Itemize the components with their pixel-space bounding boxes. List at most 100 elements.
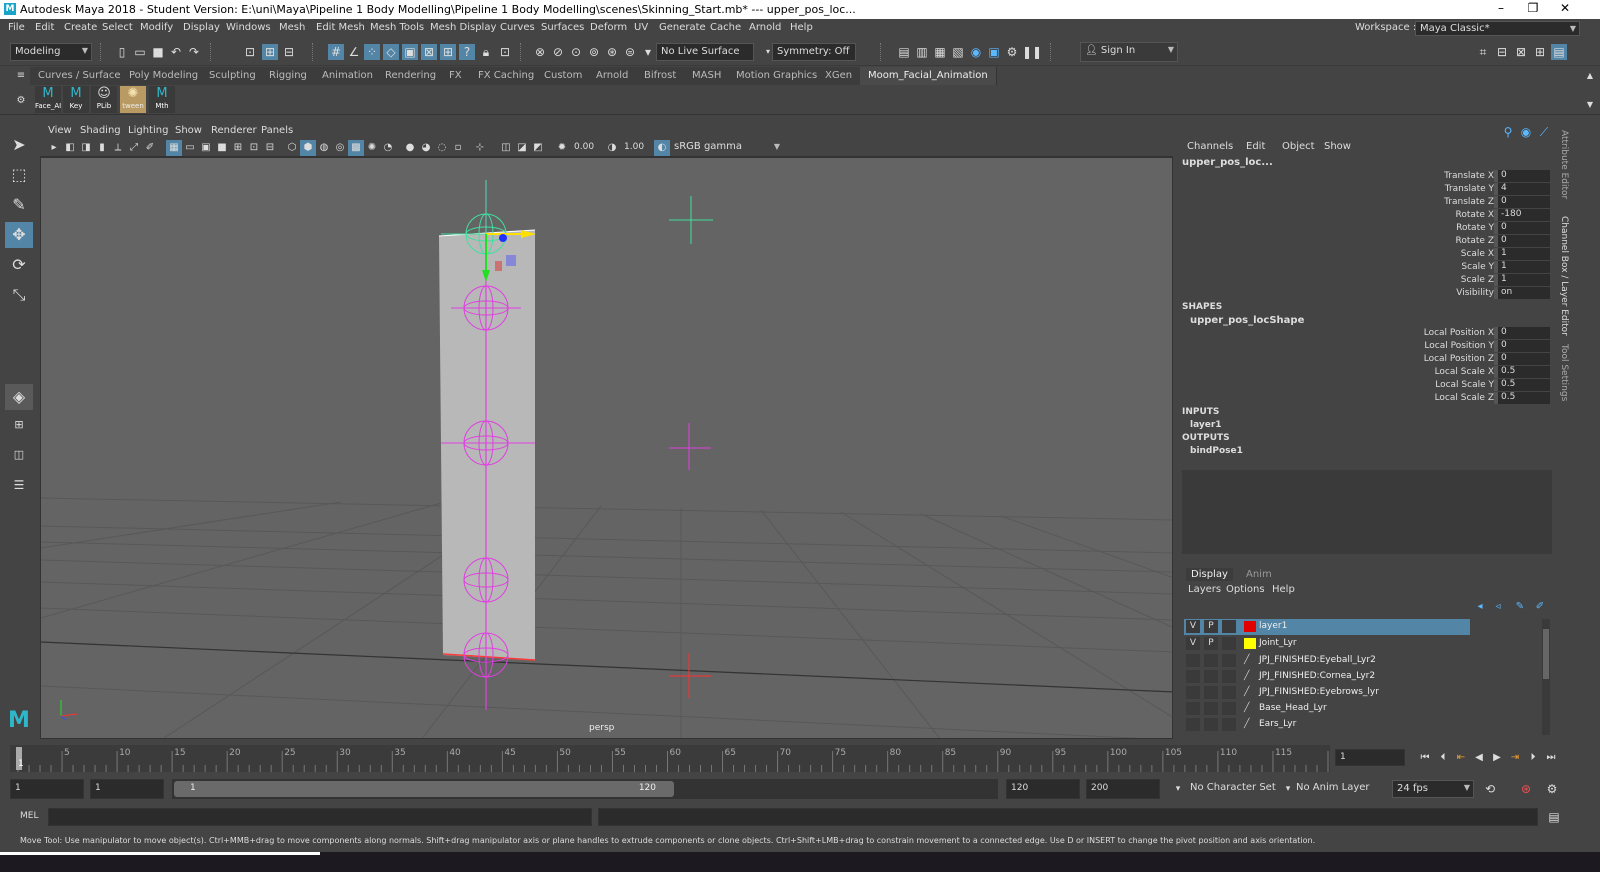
xray-components-icon[interactable]: ◪ <box>514 140 530 156</box>
chevron-down-icon[interactable]: ▾ <box>640 44 656 60</box>
anim-layer-dropdown[interactable]: No Anim Layer <box>1292 780 1384 798</box>
field-chart-icon[interactable]: ⊞ <box>230 140 246 156</box>
gamma-value[interactable]: 1.00 <box>624 142 644 152</box>
live-surface-field[interactable]: No Live Surface <box>656 43 754 61</box>
layer-name[interactable]: Joint_Lyr <box>1259 638 1297 648</box>
attribute-editor-toggle-icon[interactable]: ⊟ <box>1494 44 1510 60</box>
attr-local-position-z[interactable]: Local Position Z0 <box>1178 353 1554 366</box>
channel-menu-edit[interactable]: Edit <box>1246 141 1265 152</box>
attr-local-scale-x[interactable]: Local Scale X 0.5 <box>1178 366 1554 379</box>
attr-value[interactable]: 4 <box>1494 183 1550 195</box>
layer-empty-swatch-icon[interactable]: ╱ <box>1244 687 1256 698</box>
layer-name[interactable]: JPJ_FINISHED:Eyebrows_lyr <box>1259 687 1379 697</box>
channel-box-pin-icon[interactable]: ⟋ <box>1536 124 1552 140</box>
ipr-icon[interactable]: ⊛ <box>604 44 620 60</box>
outliner-icon[interactable]: ☰ <box>5 472 33 498</box>
shelf-options-icon[interactable]: ≡ <box>13 68 29 84</box>
shelf-scroll-down-icon[interactable]: ▼ <box>1582 97 1598 113</box>
perspective-viewport[interactable]: persp <box>40 157 1173 739</box>
step-back-key-icon[interactable]: ⇤ <box>1453 750 1469 766</box>
shelf-button-mth[interactable]: M Mth <box>149 86 175 113</box>
layer-row-cornea-lyr2[interactable]: ╱ JPJ_FINISHED:Cornea_Lyr2 <box>1184 669 1540 685</box>
attr-scale-x[interactable]: Scale X1 <box>1178 248 1554 261</box>
animation-preferences-icon[interactable]: ⚙ <box>1544 781 1560 797</box>
shelf-tab-motion-graphics[interactable]: Motion Graphics <box>728 67 827 85</box>
layer-color-swatch[interactable] <box>1244 638 1256 649</box>
undo-icon[interactable]: ↶ <box>168 44 184 60</box>
layer-display-type-toggle[interactable] <box>1222 718 1236 731</box>
layer-display-type-toggle[interactable] <box>1222 670 1236 683</box>
attr-value[interactable]: 1 <box>1494 274 1550 286</box>
layer-playback-toggle[interactable]: P <box>1204 637 1218 650</box>
attr-local-position-x[interactable]: Local Position X0 <box>1178 327 1554 340</box>
open-scene-icon[interactable]: ▭ <box>132 44 148 60</box>
exposure-icon[interactable]: ✹ <box>554 140 570 156</box>
channel-menu-show[interactable]: Show <box>1324 141 1351 152</box>
modeling-toolkit-icon[interactable]: ⌗ <box>1475 44 1491 60</box>
range-slider-handle[interactable]: 1 120 <box>174 781 674 797</box>
attr-translate-z[interactable]: Translate Z0 <box>1178 196 1554 209</box>
select-object-icon[interactable]: ⊞ <box>262 44 278 60</box>
current-frame-field[interactable]: 1 <box>1335 749 1405 766</box>
layer-empty-swatch-icon[interactable]: ╱ <box>1244 719 1256 730</box>
wireframe-icon[interactable]: ⬡ <box>284 140 300 156</box>
safe-title-icon[interactable]: ⊟ <box>262 140 278 156</box>
shelf-tab-poly-modeling[interactable]: Poly Modeling <box>121 67 208 85</box>
go-to-start-icon[interactable]: ⏮ <box>1417 750 1433 766</box>
locator-lower[interactable] <box>669 653 711 698</box>
attr-rotate-y[interactable]: Rotate Y0 <box>1178 222 1554 235</box>
layer-empty-swatch-icon[interactable]: ╱ <box>1244 671 1256 682</box>
gamma-icon[interactable]: ◑ <box>604 140 620 156</box>
input-ops-icon[interactable]: ⊗ <box>532 44 548 60</box>
attr-value[interactable]: 0 <box>1494 340 1550 352</box>
layer-playback-toggle[interactable] <box>1204 718 1218 731</box>
viewport-menu-lighting[interactable]: Lighting <box>128 125 168 136</box>
locator-upper[interactable] <box>669 196 713 244</box>
attr-value[interactable]: 0 <box>1494 327 1550 339</box>
play-backwards-icon[interactable]: ◀ <box>1471 750 1487 766</box>
backface-culling-icon[interactable]: ◩ <box>530 140 546 156</box>
textured-icon[interactable]: ◎ <box>332 140 348 156</box>
motion-blur-icon[interactable]: ● <box>402 140 418 156</box>
attr-rotate-z[interactable]: Rotate Z0 <box>1178 235 1554 248</box>
shelf-button-tween[interactable]: ✺ tween <box>120 86 146 113</box>
camera-icon[interactable]: ▸ <box>46 140 62 156</box>
layer-row-eyeball-lyr2[interactable]: ╱ JPJ_FINISHED:Eyeball_Lyr2 <box>1184 653 1540 669</box>
layer-menu-layers[interactable]: Layers <box>1188 584 1221 595</box>
layout-single-icon[interactable]: ◈ <box>5 384 33 410</box>
lights-icon[interactable]: ▩ <box>348 140 364 156</box>
new-layer-selected-icon[interactable]: ✐ <box>1532 599 1548 615</box>
step-back-frame-icon[interactable]: ⏴ <box>1435 750 1451 766</box>
shelf-button-plib[interactable]: ☺ PLib <box>91 86 117 113</box>
tab-channel-box-layer-editor[interactable]: Channel Box / Layer Editor <box>1555 216 1569 336</box>
rotate-tool-icon[interactable]: ⟳ <box>5 252 33 278</box>
menu-file[interactable]: File <box>8 22 25 33</box>
menu-mesh-tools[interactable]: Mesh Tools <box>370 22 424 33</box>
channel-menu-channels[interactable]: Channels <box>1187 141 1233 152</box>
attr-value[interactable]: 1 <box>1494 248 1550 260</box>
layer-visibility-toggle[interactable] <box>1186 686 1200 699</box>
layer-visibility-toggle[interactable]: V <box>1186 620 1200 633</box>
select-hierarchy-icon[interactable]: ⊡ <box>242 44 258 60</box>
attr-translate-x[interactable]: Translate X0 <box>1178 170 1554 183</box>
layer-name[interactable]: layer1 <box>1259 621 1287 631</box>
shelf-tab-animation[interactable]: Animation <box>314 67 382 85</box>
workspace-dropdown[interactable]: Maya Classic* ▼ <box>1415 21 1580 36</box>
render-settings-panel-icon[interactable]: ▧ <box>950 44 966 60</box>
menu-cache[interactable]: Cache <box>710 22 741 33</box>
viewport-menu-view[interactable]: View <box>48 125 72 136</box>
layer-visibility-toggle[interactable] <box>1186 654 1200 667</box>
viewport-menu-shading[interactable]: Shading <box>80 125 121 136</box>
layer-playback-toggle[interactable] <box>1204 654 1218 667</box>
render-frame-icon[interactable]: ▥ <box>914 44 930 60</box>
lock-icon[interactable]: 🔒︎ <box>478 44 494 60</box>
grid-icon[interactable]: ▦ <box>166 140 182 156</box>
animation-end-field[interactable]: 200 <box>1086 779 1160 799</box>
shadows-icon[interactable]: ✺ <box>364 140 380 156</box>
locator-middle[interactable] <box>669 423 711 470</box>
step-forward-frame-icon[interactable]: ⏵ <box>1525 750 1541 766</box>
playback-end-field[interactable]: 120 <box>1006 779 1080 799</box>
shelf-scroll-up-icon[interactable]: ▲ <box>1582 68 1598 84</box>
gear-icon[interactable]: ⚙ <box>13 93 29 109</box>
layer-playback-toggle[interactable] <box>1204 702 1218 715</box>
